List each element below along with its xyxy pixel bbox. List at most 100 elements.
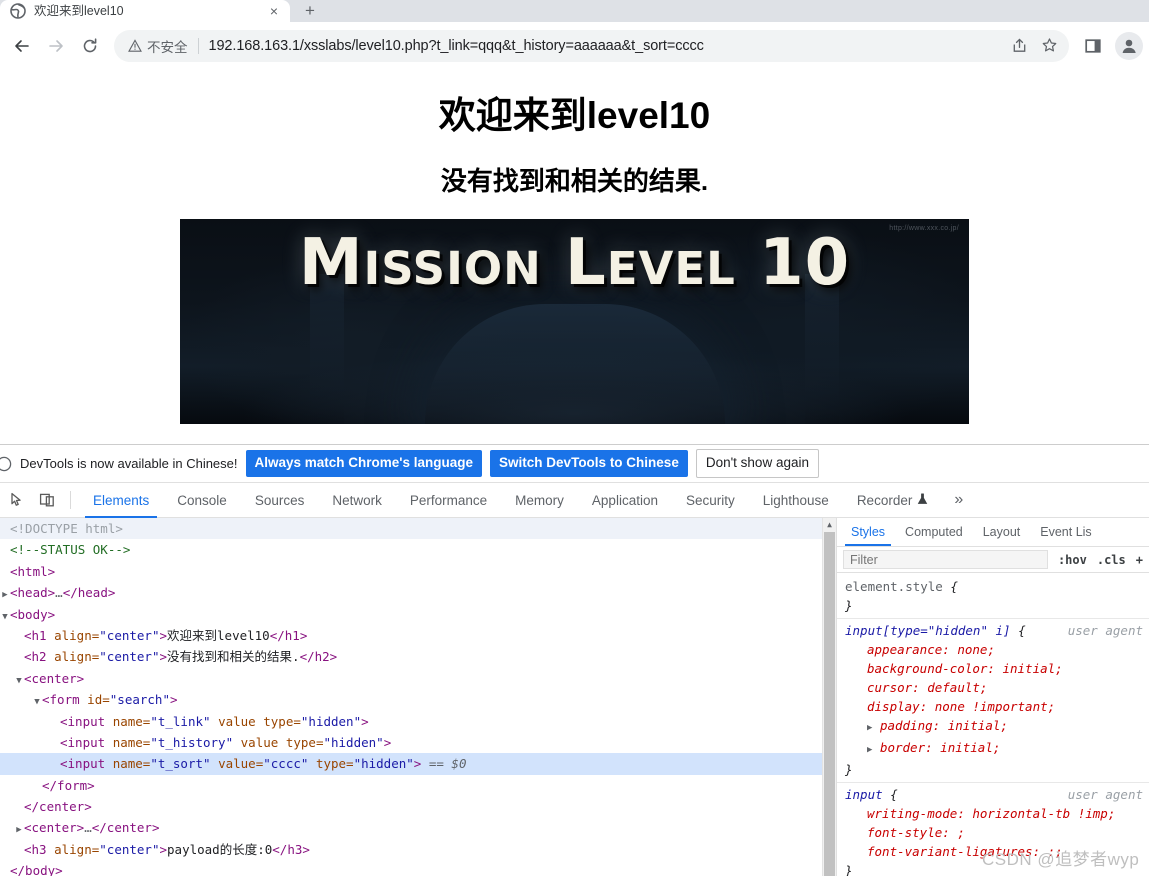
styles-filter-bar: Filter :hov .cls + <box>837 547 1149 573</box>
page-heading-1: 欢迎来到level10 <box>438 95 711 136</box>
tab-label: Security <box>685 492 735 508</box>
dont-show-again-button[interactable]: Don't show again <box>695 449 819 478</box>
always-match-language-button[interactable]: Always match Chrome's language <box>245 450 483 477</box>
dom-tree: <!DOCTYPE html><!--STATUS OK--><html><he… <box>0 518 836 876</box>
dom-row[interactable]: <input name="t_history" value type="hidd… <box>0 732 836 753</box>
styles-pane: Styles Computed Layout Event Lis Filter … <box>836 518 1149 876</box>
rule-selector[interactable]: input { <box>845 785 898 804</box>
tab-styles[interactable]: Styles <box>841 518 895 546</box>
tab-label: Memory <box>515 492 564 508</box>
url-text[interactable]: 192.168.163.1/xsslabs/level10.php?t_link… <box>209 38 1006 54</box>
forward-button[interactable] <box>40 30 72 62</box>
reload-button[interactable] <box>74 30 106 62</box>
hov-toggle[interactable]: :hov <box>1058 553 1087 567</box>
rule-origin: user agent <box>1067 787 1143 802</box>
device-toolbar-icon[interactable] <box>32 485 62 515</box>
warning-triangle-icon <box>128 38 142 53</box>
switch-devtools-language-button[interactable]: Switch DevTools to Chinese <box>490 450 688 477</box>
tab-label: Console <box>177 492 227 508</box>
tab-label: Elements <box>93 492 150 508</box>
dom-row-selected[interactable]: <input name="t_sort" value="cccc" type="… <box>0 753 836 775</box>
tab-label: Sources <box>254 492 305 508</box>
dom-row[interactable]: </body> <box>0 860 836 876</box>
new-style-rule-button[interactable]: + <box>1136 553 1143 567</box>
tab-label: Layout <box>982 525 1021 539</box>
dom-row[interactable]: </center> <box>0 796 836 817</box>
css-declaration[interactable]: writing-mode: horizontal-tb !imp; <box>845 804 1149 823</box>
page-viewport: 欢迎来到level10 没有找到和相关的结果. Mission Level 10… <box>0 70 1149 444</box>
dom-row[interactable]: <head>…</head> <box>0 582 836 603</box>
css-declaration[interactable]: font-style: ; <box>845 823 1149 842</box>
dom-row[interactable]: <input name="t_link" value type="hidden"… <box>0 711 836 732</box>
tab-title: 欢迎来到level10 <box>34 4 124 18</box>
dom-tree-scrollbar[interactable]: ▲ <box>822 518 836 876</box>
dom-row[interactable]: <h3 align="center">payload的长度:0</h3> <box>0 839 836 860</box>
devtools-panel: DevTools is now available in Chinese! Al… <box>0 444 1149 876</box>
styles-tab-bar: Styles Computed Layout Event Lis <box>837 518 1149 547</box>
css-declaration[interactable]: background-color: initial; <box>845 659 1149 678</box>
dom-row[interactable]: <html> <box>0 561 836 582</box>
cls-toggle[interactable]: .cls <box>1097 553 1126 567</box>
tab-strip: 欢迎来到level10 × + <box>0 0 1149 22</box>
security-status[interactable]: 不安全 <box>128 36 188 56</box>
tab-elements[interactable]: Elements <box>79 483 163 518</box>
tab-event-listeners[interactable]: Event Lis <box>1030 518 1101 546</box>
dom-row[interactable]: <!--STATUS OK--> <box>0 539 836 560</box>
tab-performance[interactable]: Performance <box>396 483 501 518</box>
banner-credit-text: http://www.xxx.co.jp/ <box>889 225 959 233</box>
tab-layout[interactable]: Layout <box>973 518 1031 546</box>
css-declaration[interactable]: display: none !important; <box>845 697 1149 716</box>
dom-row[interactable]: </form> <box>0 775 836 796</box>
info-icon <box>0 456 12 472</box>
more-tabs-button[interactable]: » <box>942 491 975 509</box>
devtools-body: <!DOCTYPE html><!--STATUS OK--><html><he… <box>0 518 1149 876</box>
style-rule: input[type="hidden" i] { user agent appear… <box>837 619 1149 783</box>
css-declaration[interactable]: ▶ padding: initial; <box>845 716 1149 738</box>
tab-label: Styles <box>851 525 886 539</box>
rule-close-brace: } <box>845 863 853 876</box>
tab-security[interactable]: Security <box>672 483 749 518</box>
css-declaration[interactable]: appearance: none; <box>845 640 1149 659</box>
notice-text: DevTools is now available in Chinese! <box>20 456 238 471</box>
dom-row[interactable]: <!DOCTYPE html> <box>0 518 836 540</box>
rule-selector[interactable]: element.style { <box>845 577 958 596</box>
dom-row[interactable]: <body> <box>0 604 836 625</box>
share-icon[interactable] <box>1005 32 1033 60</box>
tab-lighthouse[interactable]: Lighthouse <box>749 483 843 518</box>
dom-tree-pane[interactable]: <!DOCTYPE html><!--STATUS OK--><html><he… <box>0 518 836 876</box>
scrollbar-thumb[interactable] <box>824 532 835 876</box>
dom-row[interactable]: <center> <box>0 668 836 689</box>
browser-toolbar: 不安全 192.168.163.1/xsslabs/level10.php?t_… <box>0 22 1149 70</box>
close-icon[interactable]: × <box>266 3 282 19</box>
dom-row[interactable]: <h1 align="center">欢迎来到level10</h1> <box>0 625 836 646</box>
address-bar[interactable]: 不安全 192.168.163.1/xsslabs/level10.php?t_… <box>114 29 1069 62</box>
tab-console[interactable]: Console <box>163 483 241 518</box>
page-heading-2: 没有找到和相关的结果. <box>440 165 709 196</box>
dom-row[interactable]: <center>…</center> <box>0 817 836 838</box>
browser-window: 欢迎来到level10 × + 不安全 192.168.163.1/xsslab… <box>0 0 1149 876</box>
rule-origin: user agent <box>1067 623 1143 638</box>
css-declaration[interactable]: ▶ border: initial; <box>845 738 1149 760</box>
star-icon[interactable] <box>1035 32 1063 60</box>
tab-label: Recorder <box>856 492 913 508</box>
dom-row[interactable]: <h2 align="center">没有找到和相关的结果.</h2> <box>0 646 836 667</box>
styles-filter-input[interactable]: Filter <box>843 550 1048 569</box>
tab-memory[interactable]: Memory <box>501 483 578 518</box>
css-declaration[interactable]: cursor: default; <box>845 678 1149 697</box>
scroll-up-arrow-icon[interactable]: ▲ <box>823 518 836 532</box>
profile-avatar-icon[interactable] <box>1115 31 1143 60</box>
tab-label: Network <box>332 492 382 508</box>
css-declaration[interactable]: font-variant-ligatures: :; <box>845 842 1149 861</box>
inspect-element-icon[interactable] <box>2 485 32 515</box>
rule-selector[interactable]: input[type="hidden" i] { <box>845 621 1026 640</box>
dom-row[interactable]: <form id="search"> <box>0 689 836 710</box>
tab-recorder[interactable]: Recorder <box>843 483 943 518</box>
back-button[interactable] <box>6 30 38 62</box>
side-panel-icon[interactable] <box>1077 30 1109 62</box>
tab-computed[interactable]: Computed <box>895 518 973 546</box>
tab-sources[interactable]: Sources <box>241 483 319 518</box>
browser-tab-active[interactable]: 欢迎来到level10 × <box>0 0 290 22</box>
new-tab-button[interactable]: + <box>296 0 324 22</box>
tab-application[interactable]: Application <box>578 483 672 518</box>
tab-network[interactable]: Network <box>318 483 396 518</box>
